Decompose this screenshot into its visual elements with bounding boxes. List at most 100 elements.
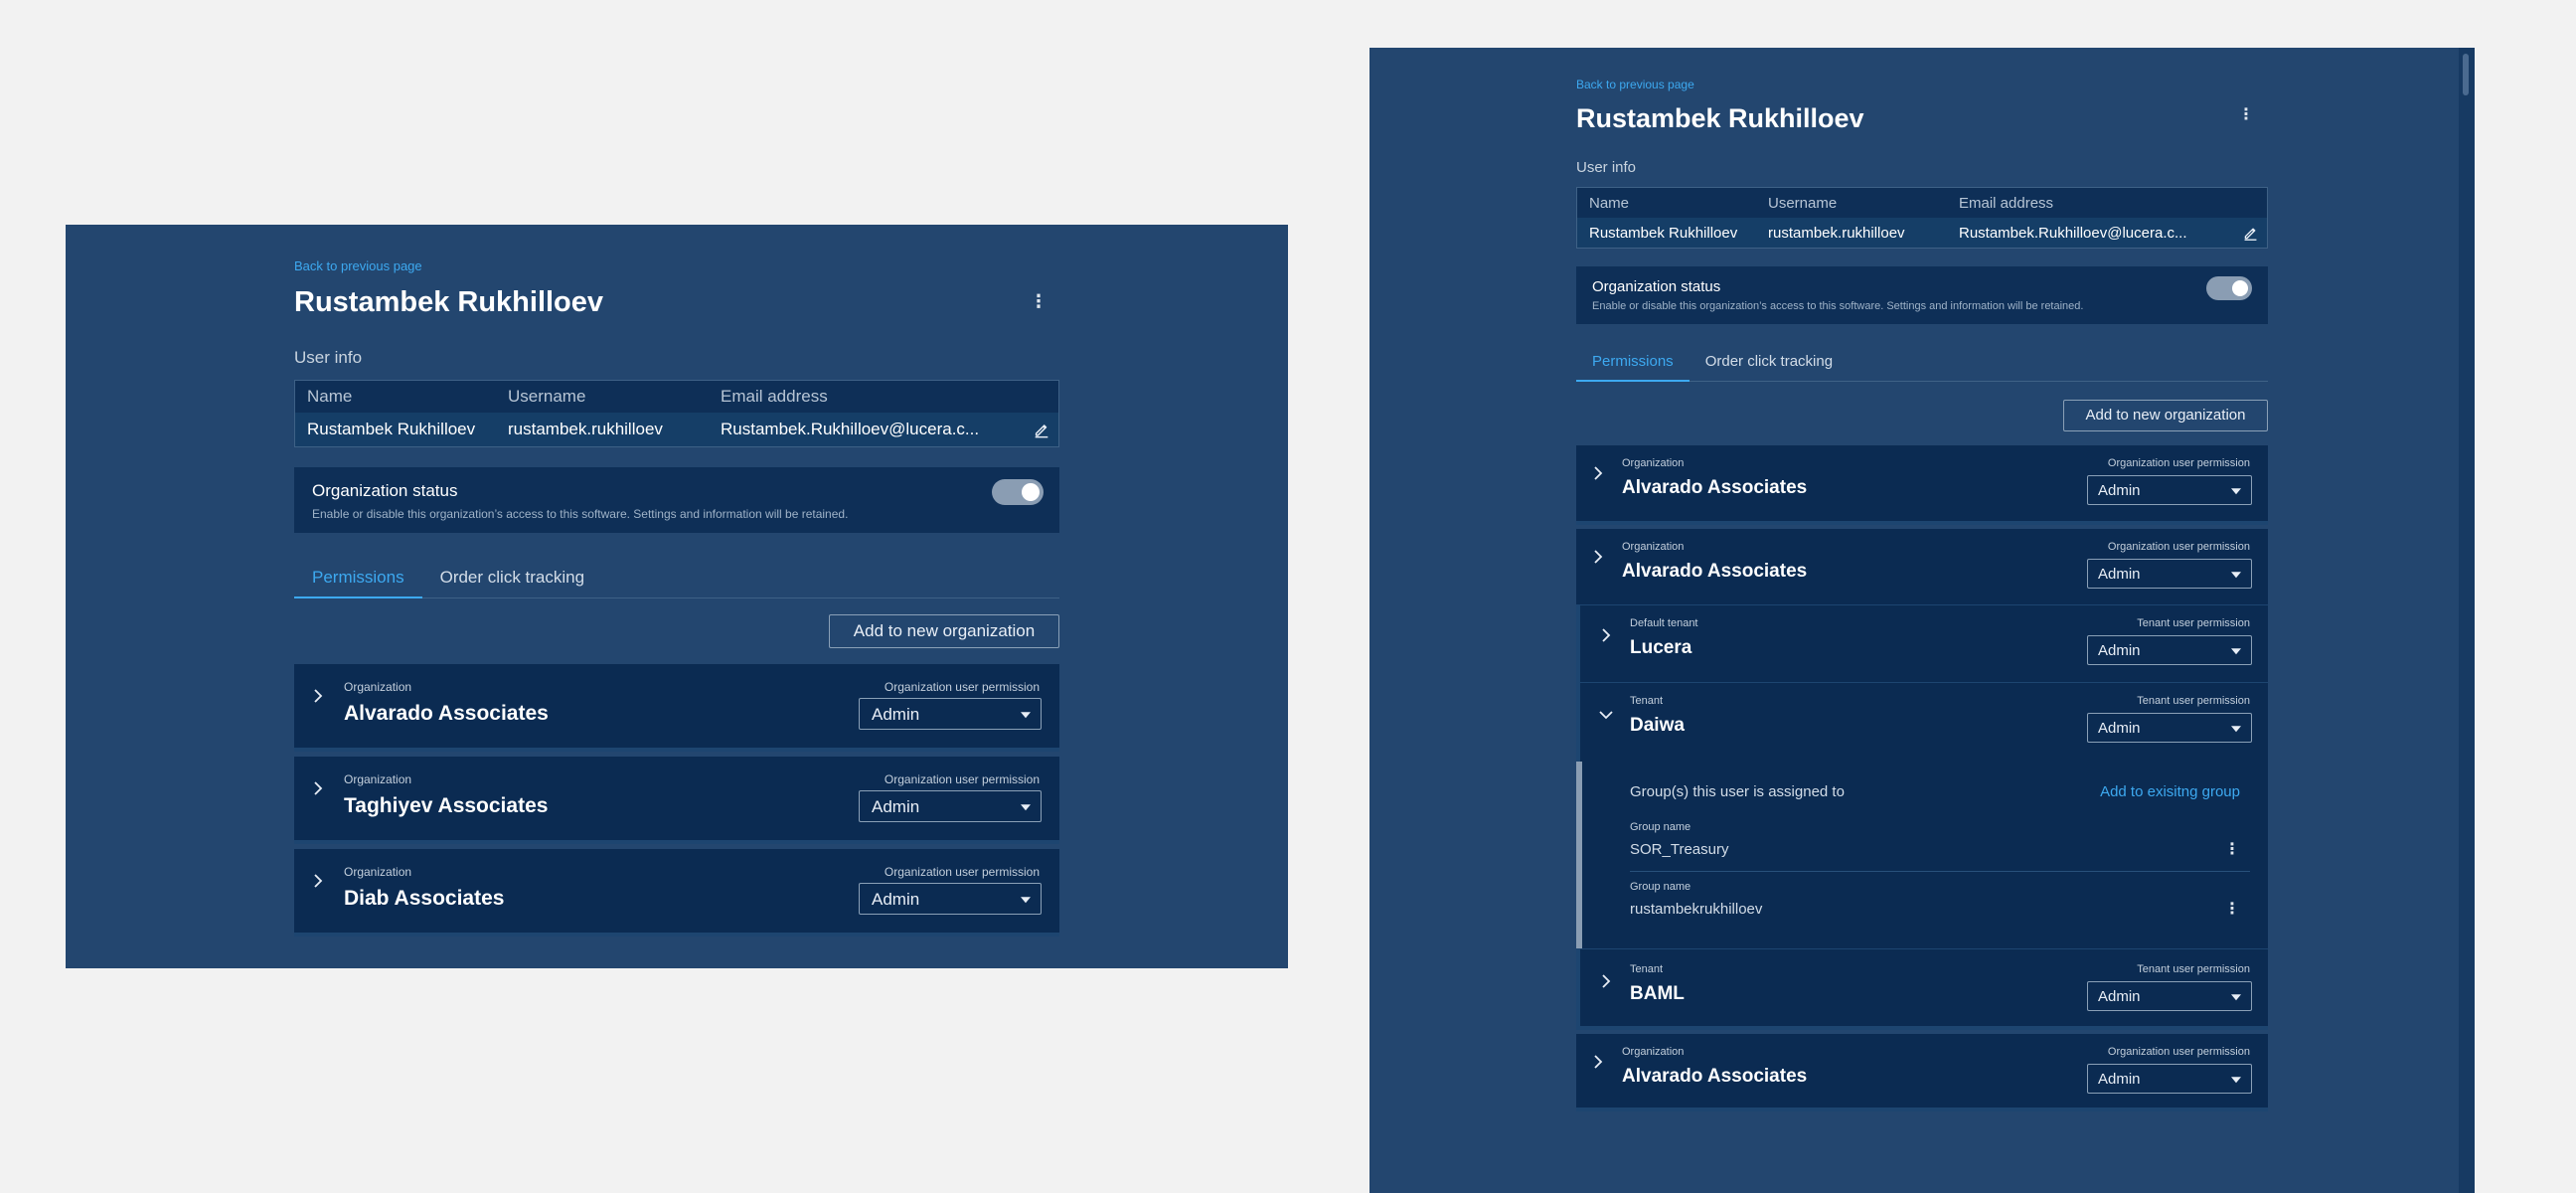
organization-kicker: Organization bbox=[1622, 457, 1685, 469]
tenant-row-expanded[interactable]: Tenant Daiwa Tenant user permission Admi… bbox=[1576, 682, 2268, 762]
chevron-right-icon[interactable] bbox=[1590, 465, 1606, 481]
selected-permission: Admin bbox=[2098, 720, 2141, 737]
user-info-header-row: Name Username Email address bbox=[295, 381, 1058, 413]
chevron-right-icon[interactable] bbox=[310, 780, 326, 796]
tenant-permission-select[interactable]: Admin bbox=[2087, 635, 2252, 665]
pencil-icon[interactable] bbox=[2242, 225, 2259, 242]
page-title: Rustambek Rukhilloev bbox=[294, 286, 604, 318]
tenant-row[interactable]: Tenant BAML Tenant user permission Admin bbox=[1576, 948, 2268, 1026]
value-username: rustambek.rukhilloev bbox=[1768, 224, 1905, 242]
tab-permissions[interactable]: Permissions bbox=[294, 557, 422, 598]
user-detail-panel-wide: Back to previous page Rustambek Rukhillo… bbox=[66, 225, 1288, 968]
tenant-name: Lucera bbox=[1630, 637, 1692, 658]
selected-permission: Admin bbox=[2098, 566, 2141, 583]
tenant-name: BAML bbox=[1630, 983, 1685, 1004]
organization-kicker: Organization bbox=[344, 865, 412, 879]
chevron-right-icon[interactable] bbox=[310, 688, 326, 704]
back-link[interactable]: Back to previous page bbox=[294, 258, 422, 273]
back-link[interactable]: Back to previous page bbox=[1576, 78, 1694, 91]
value-email: Rustambek.Rukhilloev@lucera.c... bbox=[1959, 224, 2187, 242]
groups-section: Group(s) this user is assigned to Add to… bbox=[1576, 762, 2268, 948]
tenant-row[interactable]: Default tenant Lucera Tenant user permis… bbox=[1576, 604, 2268, 682]
organization-name: Alvarado Associates bbox=[1622, 1066, 1808, 1087]
caret-down-icon bbox=[1021, 712, 1031, 719]
group-more-icon[interactable]: ⋮ bbox=[2224, 899, 2240, 919]
organization-kicker: Organization bbox=[344, 772, 412, 786]
user-detail-panel-narrow: Back to previous page Rustambek Rukhillo… bbox=[1369, 48, 2475, 1193]
selected-permission: Admin bbox=[2098, 988, 2141, 1005]
header-username: Username bbox=[1768, 194, 1838, 212]
tenant-name: Daiwa bbox=[1630, 715, 1685, 736]
selected-permission: Admin bbox=[872, 797, 920, 816]
organization-card[interactable]: Organization Alvarado Associates Organiz… bbox=[1576, 445, 2268, 525]
tenant-permission-label: Tenant user permission bbox=[2137, 695, 2250, 707]
organization-status-toggle[interactable] bbox=[992, 479, 1044, 505]
add-to-new-organization-button[interactable]: Add to new organization bbox=[829, 614, 1059, 648]
organization-kicker: Organization bbox=[1622, 541, 1685, 553]
add-to-existing-group-link[interactable]: Add to exisitng group bbox=[2100, 783, 2240, 800]
user-info-table: Name Username Email address Rustambek Ru… bbox=[1576, 187, 2268, 249]
tab-permissions[interactable]: Permissions bbox=[1576, 342, 1690, 382]
header-name: Name bbox=[1589, 194, 1630, 212]
caret-down-icon bbox=[2231, 488, 2241, 495]
tab-bar: Permissions Order click tracking bbox=[1576, 342, 2268, 382]
organization-name: Alvarado Associates bbox=[1622, 561, 1808, 582]
chevron-right-icon[interactable] bbox=[1598, 627, 1614, 643]
organization-permission-select[interactable]: Admin bbox=[2087, 1064, 2252, 1094]
chevron-right-icon[interactable] bbox=[1590, 549, 1606, 565]
organization-permission-select[interactable]: Admin bbox=[859, 883, 1042, 915]
more-options-icon[interactable]: ⋮ bbox=[2238, 107, 2254, 123]
chevron-right-icon[interactable] bbox=[310, 873, 326, 889]
organization-name: Taghiyev Associates bbox=[344, 794, 549, 817]
tab-order-click-tracking[interactable]: Order click tracking bbox=[1690, 342, 1849, 381]
selected-permission: Admin bbox=[2098, 482, 2141, 499]
tab-order-click-tracking[interactable]: Order click tracking bbox=[422, 557, 602, 597]
organization-card[interactable]: Organization Taghiyev Associates Organiz… bbox=[294, 757, 1059, 844]
header-email: Email address bbox=[721, 387, 828, 406]
selected-permission: Admin bbox=[872, 705, 920, 724]
organization-card[interactable]: Organization Alvarado Associates Organiz… bbox=[1576, 1034, 2268, 1111]
organization-status-title: Organization status bbox=[1592, 278, 1721, 295]
organization-status-toggle[interactable] bbox=[2206, 276, 2252, 300]
group-name: rustambekrukhilloev bbox=[1630, 901, 1763, 918]
user-info-header-row: Name Username Email address bbox=[1577, 188, 2267, 218]
value-username: rustambek.rukhilloev bbox=[508, 420, 663, 438]
user-info-row: Rustambek Rukhilloev rustambek.rukhilloe… bbox=[295, 413, 1058, 446]
organization-permission-select[interactable]: Admin bbox=[2087, 475, 2252, 505]
organization-card-expanded[interactable]: Organization Alvarado Associates Organiz… bbox=[1576, 529, 2268, 1030]
chevron-right-icon[interactable] bbox=[1590, 1054, 1606, 1070]
scroll-thumb[interactable] bbox=[2463, 54, 2469, 95]
user-info-row: Rustambek Rukhilloev rustambek.rukhilloe… bbox=[1577, 218, 2267, 248]
tenant-permission-select[interactable]: Admin bbox=[2087, 981, 2252, 1011]
tenant-kicker: Tenant bbox=[1630, 695, 1664, 707]
group-more-icon[interactable]: ⋮ bbox=[2224, 839, 2240, 859]
user-info-label: User info bbox=[294, 348, 363, 367]
group-divider bbox=[1630, 871, 2250, 872]
add-to-new-organization-button[interactable]: Add to new organization bbox=[2063, 400, 2268, 431]
organization-card[interactable]: Organization Diab Associates Organizatio… bbox=[294, 849, 1059, 937]
chevron-down-icon[interactable] bbox=[1598, 707, 1614, 723]
organization-card[interactable]: Organization Alvarado Associates Organiz… bbox=[294, 664, 1059, 752]
selected-permission: Admin bbox=[872, 890, 920, 909]
page-title: Rustambek Rukhilloev bbox=[1576, 103, 1864, 133]
organization-permission-select[interactable]: Admin bbox=[859, 790, 1042, 822]
more-options-icon[interactable]: ⋮ bbox=[1030, 292, 1047, 310]
organization-kicker: Organization bbox=[344, 680, 412, 694]
scrollbar[interactable] bbox=[2459, 48, 2475, 1193]
chevron-right-icon[interactable] bbox=[1598, 973, 1614, 989]
organization-status-box: Organization status Enable or disable th… bbox=[1576, 266, 2268, 324]
organization-permission-select[interactable]: Admin bbox=[2087, 559, 2252, 589]
organization-kicker: Organization bbox=[1622, 1046, 1685, 1058]
organization-status-description: Enable or disable this organization’s ac… bbox=[312, 507, 849, 521]
group-name-label: Group name bbox=[1630, 821, 1691, 833]
organization-name: Alvarado Associates bbox=[1622, 477, 1808, 498]
organization-name: Alvarado Associates bbox=[344, 702, 549, 725]
tenant-permission-select[interactable]: Admin bbox=[2087, 713, 2252, 743]
selected-permission: Admin bbox=[2098, 642, 2141, 659]
value-email: Rustambek.Rukhilloev@lucera.c... bbox=[721, 420, 980, 438]
organization-permission-label: Organization user permission bbox=[884, 680, 1040, 694]
default-tenant-kicker: Default tenant bbox=[1630, 617, 1698, 629]
header-username: Username bbox=[508, 387, 586, 406]
pencil-icon[interactable] bbox=[1033, 421, 1050, 438]
organization-permission-select[interactable]: Admin bbox=[859, 698, 1042, 730]
